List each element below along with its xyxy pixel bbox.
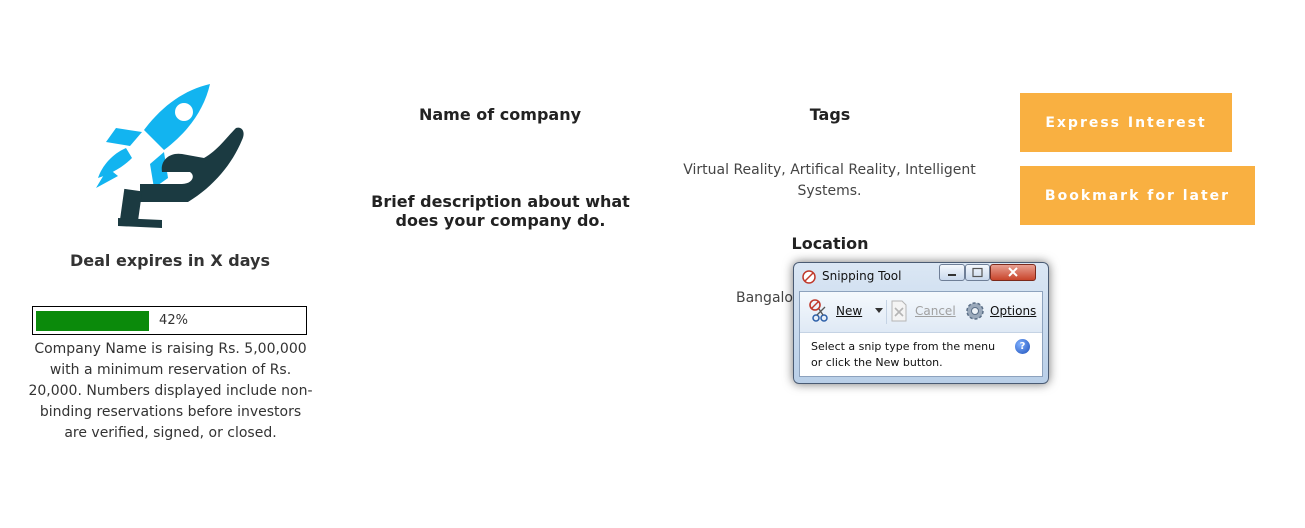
snipping-toolbar: New Cancel Options bbox=[800, 292, 1042, 333]
snip-instructions: Select a snip type from the menu or clic… bbox=[811, 339, 995, 371]
snipping-tool-window[interactable]: Snipping Tool New Cancel Options Select … bbox=[793, 262, 1049, 384]
help-icon[interactable]: ? bbox=[1015, 339, 1030, 354]
express-interest-button[interactable]: Express Interest bbox=[1020, 93, 1232, 152]
location-value: Bangalo bbox=[736, 290, 793, 306]
close-button[interactable] bbox=[990, 264, 1036, 281]
minimize-button[interactable] bbox=[939, 264, 965, 281]
options-button[interactable]: Options bbox=[990, 304, 1036, 318]
location-heading: Location bbox=[791, 234, 869, 253]
funding-progress-bar: 42% bbox=[32, 306, 307, 335]
tags-value: Virtual Reality, Artifical Reality, Inte… bbox=[683, 162, 976, 199]
snip-instructions-line1: Select a snip type from the menu bbox=[811, 340, 996, 353]
cancel-icon bbox=[890, 300, 908, 322]
cancel-button[interactable]: Cancel bbox=[915, 304, 956, 318]
company-description: Brief description about what does your c… bbox=[371, 192, 630, 230]
company-name-heading: Name of company bbox=[418, 105, 582, 124]
toolbar-divider bbox=[886, 300, 887, 324]
new-snip-button[interactable]: New bbox=[836, 304, 862, 318]
gear-icon[interactable] bbox=[964, 300, 986, 322]
scissors-icon[interactable] bbox=[809, 299, 831, 323]
tags-heading: Tags bbox=[809, 105, 851, 124]
window-title: Snipping Tool bbox=[822, 269, 902, 283]
startup-rocket-logo bbox=[92, 80, 252, 235]
maximize-button[interactable] bbox=[965, 264, 990, 281]
snipping-tool-body: New Cancel Options Select a snip type fr… bbox=[799, 291, 1043, 377]
chevron-down-icon[interactable] bbox=[875, 308, 883, 313]
bookmark-button[interactable]: Bookmark for later bbox=[1020, 166, 1255, 225]
funding-progress-label: 42% bbox=[159, 313, 188, 328]
deal-expiry-text: Deal expires in X days bbox=[70, 251, 270, 270]
snipping-tool-icon bbox=[802, 269, 816, 284]
raising-description: Company Name is raising Rs. 5,00,000 wit… bbox=[28, 341, 313, 441]
snip-instructions-line2: or click the New button. bbox=[811, 356, 943, 369]
